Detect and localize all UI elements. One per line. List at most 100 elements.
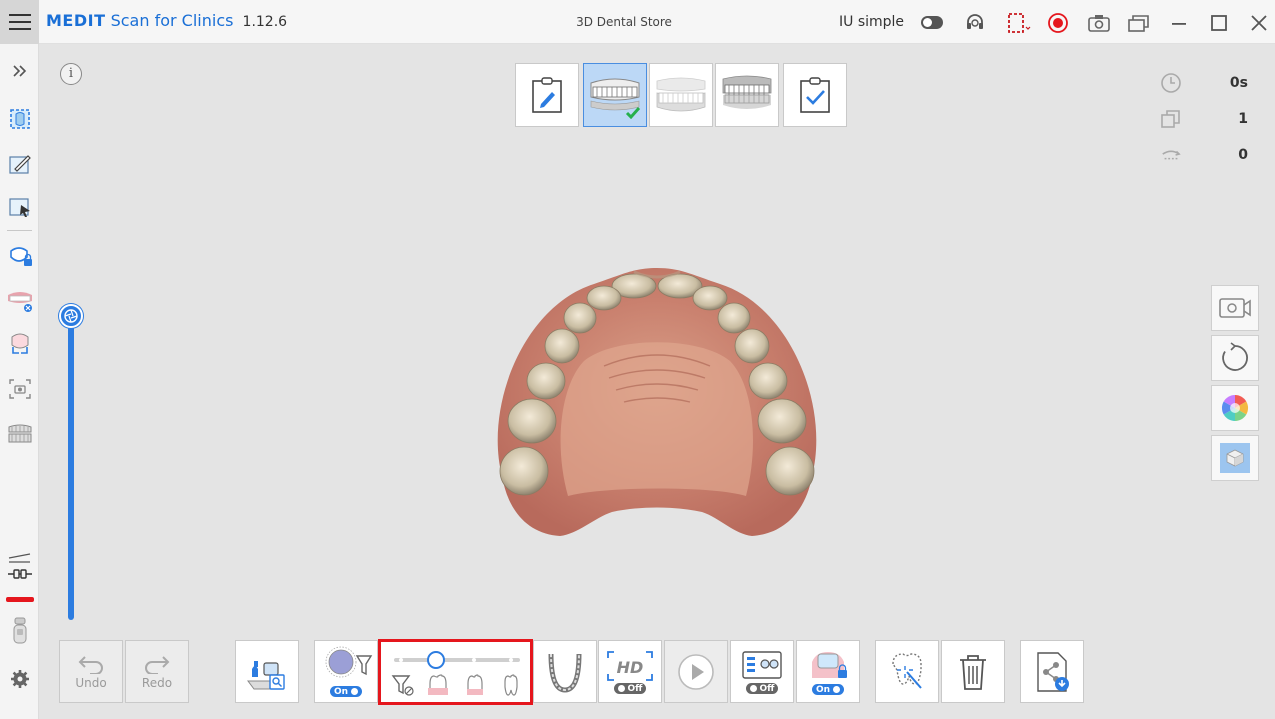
trash-icon bbox=[960, 654, 986, 690]
lock-area-icon[interactable] bbox=[5, 241, 34, 270]
cube-view-button[interactable] bbox=[1211, 435, 1259, 481]
headset-icon[interactable] bbox=[962, 10, 988, 36]
window-mode-icon[interactable] bbox=[1126, 10, 1152, 36]
undo-button[interactable]: Undo bbox=[59, 640, 123, 703]
expand-sidebar-icon[interactable] bbox=[5, 56, 34, 85]
clock-icon bbox=[1160, 72, 1182, 94]
settings-icon[interactable] bbox=[5, 664, 34, 693]
model-crop-icon[interactable] bbox=[5, 418, 34, 447]
tip-calibration-icon[interactable] bbox=[5, 552, 34, 581]
redo-icon bbox=[145, 655, 170, 674]
tip-status-bar bbox=[5, 592, 34, 606]
soft-tissue-state: On bbox=[811, 684, 845, 695]
hamburger-icon bbox=[8, 14, 31, 30]
redo-button[interactable]: Redo bbox=[125, 640, 189, 703]
edit-data-icon[interactable] bbox=[5, 150, 34, 179]
magic-select-icon bbox=[892, 652, 922, 689]
tooth-only-filter-icon[interactable] bbox=[498, 672, 524, 698]
shot-count-value: 1 bbox=[1238, 111, 1248, 127]
info-button[interactable]: i bbox=[60, 63, 82, 85]
maxilla-3d-model[interactable] bbox=[484, 266, 830, 538]
arch-button[interactable] bbox=[533, 640, 597, 703]
hd-frame-icon: HD bbox=[607, 651, 653, 681]
scan-depth-knob[interactable] bbox=[59, 304, 83, 328]
cube-icon bbox=[1220, 443, 1250, 473]
stage-notes[interactable] bbox=[515, 63, 579, 127]
undo-label: Undo bbox=[75, 675, 107, 690]
title-bar: MEDIT Scan for Clinics 1.12.6 3D Dental … bbox=[0, 0, 1275, 44]
maximize-icon[interactable] bbox=[1206, 10, 1232, 36]
clipboard-check-icon bbox=[800, 77, 830, 113]
close-icon[interactable] bbox=[1246, 10, 1272, 36]
arch-icon bbox=[548, 653, 582, 693]
smart-filter-button[interactable]: On bbox=[314, 640, 378, 703]
menu-button[interactable] bbox=[0, 0, 39, 44]
filter-mode-panel bbox=[378, 639, 533, 705]
scan-inspect-button[interactable] bbox=[235, 640, 299, 703]
app-name: Scan for Clinics bbox=[110, 11, 234, 30]
rotation-count-value: 0 bbox=[1238, 147, 1248, 163]
remove-teeth-icon[interactable] bbox=[5, 286, 34, 315]
sidebar-divider bbox=[7, 230, 32, 231]
play-icon bbox=[678, 653, 714, 690]
device-icon[interactable] bbox=[5, 616, 34, 645]
color-view-button[interactable] bbox=[1211, 385, 1259, 431]
video-camera-icon bbox=[1219, 298, 1251, 318]
slider-tick bbox=[472, 658, 476, 662]
app-title: MEDIT Scan for Clinics 1.12.6 bbox=[46, 11, 287, 30]
hd-mode-button[interactable]: HD Off bbox=[598, 640, 662, 703]
stage-mandible[interactable] bbox=[649, 63, 713, 127]
stage-review[interactable] bbox=[783, 63, 847, 127]
undo-icon bbox=[78, 655, 103, 674]
play-button[interactable] bbox=[664, 640, 728, 703]
minimize-icon[interactable] bbox=[1166, 10, 1192, 36]
scan-area-icon[interactable] bbox=[5, 104, 34, 133]
clipboard-edit-icon bbox=[532, 77, 562, 113]
store-title: 3D Dental Store bbox=[576, 15, 672, 29]
record-area-icon[interactable] bbox=[1006, 10, 1032, 36]
redo-label: Redo bbox=[141, 675, 173, 690]
mandible-teeth-icon bbox=[656, 77, 706, 112]
record-icon[interactable] bbox=[1045, 10, 1071, 36]
ai-scan-icon bbox=[742, 651, 782, 679]
export-share-icon bbox=[1037, 651, 1069, 692]
rotate-icon bbox=[1222, 342, 1248, 371]
gingiva-filter-icon[interactable] bbox=[425, 672, 451, 698]
soft-tissue-lock-button[interactable]: On bbox=[796, 640, 860, 703]
stage-maxilla[interactable] bbox=[583, 63, 647, 127]
delete-button[interactable] bbox=[941, 640, 1005, 703]
aperture-icon bbox=[64, 309, 78, 323]
no-filter-icon[interactable] bbox=[390, 672, 416, 698]
filter-level-knob[interactable] bbox=[426, 651, 445, 669]
mode-toggle[interactable] bbox=[921, 16, 943, 29]
slider-tick bbox=[399, 658, 403, 662]
screenshot-icon[interactable] bbox=[1086, 10, 1112, 36]
export-button[interactable] bbox=[1020, 640, 1084, 703]
left-toolbar bbox=[0, 44, 39, 719]
app-brand: MEDIT bbox=[46, 11, 106, 30]
occlusion-teeth-icon bbox=[722, 75, 772, 109]
color-wheel-icon bbox=[1221, 394, 1249, 422]
hd-state: Off bbox=[613, 683, 647, 694]
stage-occlusion[interactable] bbox=[715, 63, 779, 127]
magic-select-button[interactable] bbox=[875, 640, 939, 703]
hd-label: HD bbox=[617, 658, 644, 677]
tooth-gum-filter-icon[interactable] bbox=[462, 672, 488, 698]
soft-tissue-lock-icon bbox=[812, 652, 847, 678]
filter-level-slider[interactable] bbox=[394, 658, 520, 662]
smart-filter-state: On bbox=[329, 686, 363, 697]
select-region-icon[interactable] bbox=[5, 192, 34, 221]
rotation-icon bbox=[1160, 144, 1182, 166]
ai-scan-state: Off bbox=[745, 683, 779, 694]
rotate-view-button[interactable] bbox=[1211, 335, 1259, 381]
scan-box-icon[interactable] bbox=[5, 329, 34, 358]
maxilla-teeth-icon bbox=[590, 78, 641, 119]
video-view-button[interactable] bbox=[1211, 285, 1259, 331]
capture-area-icon[interactable] bbox=[5, 374, 34, 403]
shots-icon bbox=[1160, 108, 1182, 130]
ai-scan-button[interactable]: Off bbox=[730, 640, 794, 703]
scan-inspect-icon bbox=[247, 660, 285, 690]
mode-label: IU simple bbox=[839, 14, 905, 30]
app-version: 1.12.6 bbox=[242, 14, 288, 30]
scan-depth-slider[interactable] bbox=[68, 318, 74, 620]
